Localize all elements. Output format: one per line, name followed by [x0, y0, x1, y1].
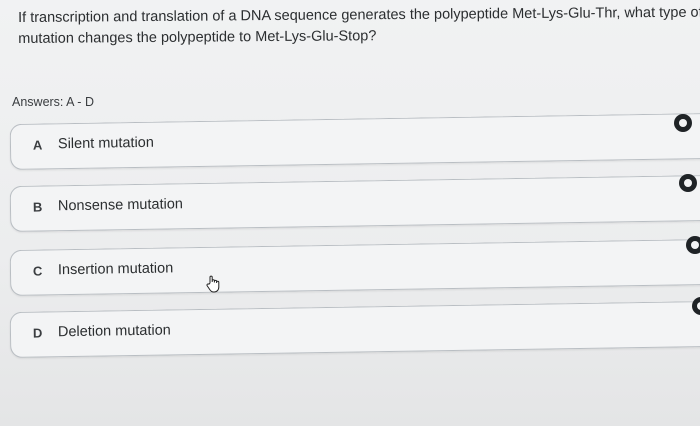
radio-button-icon[interactable]	[686, 236, 700, 254]
hand-pointer-icon	[206, 275, 220, 293]
radio-button-icon[interactable]	[674, 114, 692, 132]
option-letter: B	[32, 199, 43, 215]
radio-button-icon[interactable]	[679, 174, 697, 192]
option-d[interactable]: D Deletion mutation	[9, 301, 700, 358]
option-c[interactable]: C Insertion mutation	[9, 239, 700, 296]
option-letter: C	[32, 263, 43, 279]
option-a[interactable]: A Silent mutation	[9, 113, 700, 170]
option-label: Deletion mutation	[57, 322, 171, 341]
option-letter: D	[32, 325, 43, 341]
option-label: Nonsense mutation	[57, 196, 184, 215]
question-text: If transcription and translation of a DN…	[18, 4, 700, 47]
option-label: Insertion mutation	[57, 260, 174, 279]
option-b[interactable]: B Nonsense mutation	[9, 175, 700, 232]
option-letter: A	[32, 137, 43, 153]
answers-label: Answers: A - D	[12, 95, 94, 109]
quiz-page: If transcription and translation of a DN…	[0, 0, 700, 426]
option-label: Silent mutation	[57, 134, 154, 153]
